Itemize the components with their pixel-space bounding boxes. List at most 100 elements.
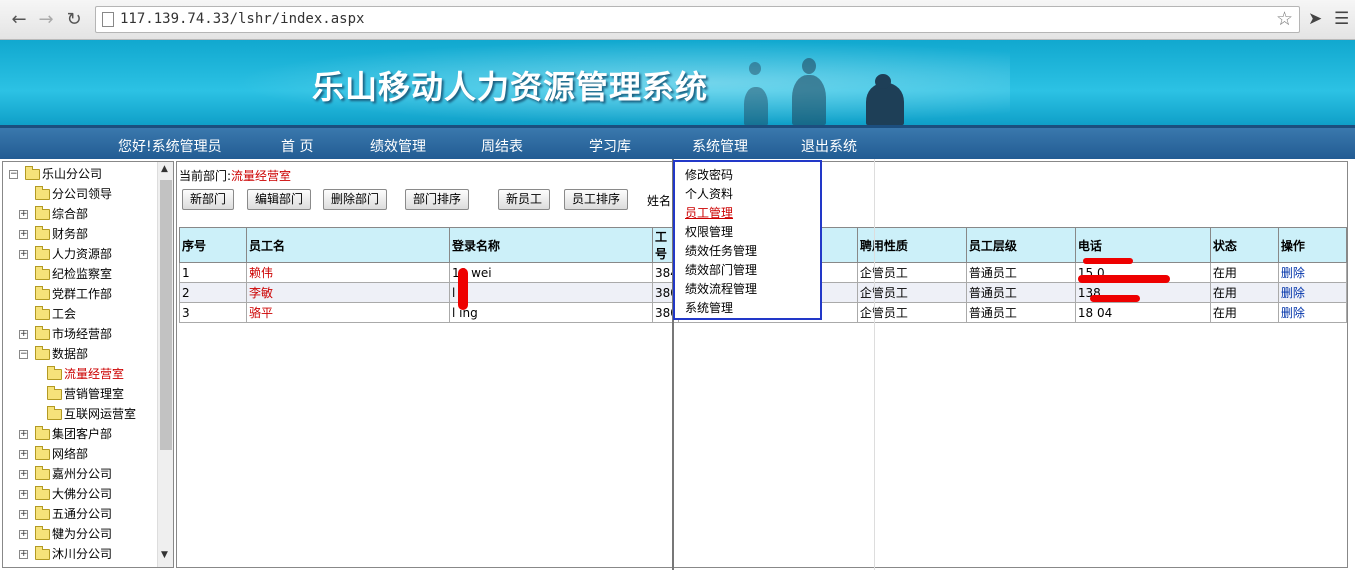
tree-item-label[interactable]: 财务部	[52, 224, 88, 244]
tree-item-label[interactable]: 营销管理室	[64, 384, 124, 404]
tree-item[interactable]: − 乐山分公司	[3, 164, 153, 184]
nav-learning[interactable]: 学习库	[589, 136, 631, 156]
tree-item[interactable]: − 数据部	[3, 344, 153, 364]
tree-item-label[interactable]: 大佛分公司	[52, 484, 112, 504]
cell-phone: 18 04	[1074, 302, 1211, 323]
tree-item-label[interactable]: 网络部	[52, 444, 88, 464]
dropdown-item[interactable]: 员工管理	[685, 204, 733, 221]
menu-icon[interactable]: ☰	[1334, 9, 1349, 29]
expand-icon[interactable]: +	[19, 210, 28, 219]
tree-item-label[interactable]: 乐山分公司	[42, 164, 102, 184]
scroll-down-icon[interactable]: ▼	[161, 550, 168, 560]
tree-item[interactable]: + 集团客户部	[3, 424, 153, 444]
tree-item[interactable]: + 人力资源部	[3, 244, 153, 264]
new-employee-button[interactable]: 新员工	[498, 189, 551, 210]
expand-icon[interactable]: +	[19, 550, 28, 559]
tree-item-label[interactable]: 数据部	[52, 344, 88, 364]
tree-item[interactable]: + 沐川分公司	[3, 544, 153, 564]
tree-item-label[interactable]: 市场经营部	[52, 324, 112, 344]
dropdown-item[interactable]: 绩效流程管理	[685, 280, 757, 297]
delete-department-button[interactable]: 删除部门	[323, 189, 388, 210]
cell-index: 3	[179, 302, 247, 323]
tree-item[interactable]: 纪检监察室	[3, 264, 153, 284]
tree-item-label[interactable]: 分公司领导	[52, 184, 112, 204]
sort-departments-button[interactable]: 部门排序	[405, 189, 470, 210]
tree-item-label[interactable]: 综合部	[52, 204, 88, 224]
cell-login-name: l n	[449, 282, 653, 303]
redaction-mark	[1078, 275, 1170, 283]
address-bar[interactable]: 117.139.74.33/lshr/index.aspx ☆	[95, 6, 1300, 33]
tree-item[interactable]: 流量经营室	[3, 364, 153, 384]
scroll-up-icon[interactable]: ▲	[161, 164, 168, 174]
tree-item[interactable]: + 网络部	[3, 444, 153, 464]
tree-item-label[interactable]: 沐川分公司	[52, 544, 112, 564]
dropdown-item[interactable]: 权限管理	[685, 223, 733, 240]
bookmark-star-icon[interactable]: ☆	[1276, 8, 1293, 30]
tree-item[interactable]: 分公司领导	[3, 184, 153, 204]
dropdown-item[interactable]: 个人资料	[685, 185, 733, 202]
nav-weekly-report[interactable]: 周结表	[481, 136, 523, 156]
expand-icon[interactable]: +	[19, 490, 28, 499]
tree-item-label[interactable]: 集团客户部	[52, 424, 112, 444]
folder-icon	[35, 346, 50, 360]
expand-icon[interactable]: +	[19, 250, 28, 259]
cell-employee-name[interactable]: 李敏	[246, 282, 450, 303]
tree-item[interactable]: + 财务部	[3, 224, 153, 244]
cell-employee-name[interactable]: 赖伟	[246, 262, 450, 283]
tree-item[interactable]: 党群工作部	[3, 284, 153, 304]
tree-item-label[interactable]: 工会	[52, 304, 76, 324]
sort-employees-button[interactable]: 员工排序	[564, 189, 629, 210]
expand-icon[interactable]: +	[19, 530, 28, 539]
forward-icon[interactable]: →	[35, 9, 57, 31]
tree-item-label[interactable]: 党群工作部	[52, 284, 112, 304]
nav-performance[interactable]: 绩效管理	[370, 136, 426, 156]
tree-item[interactable]: + 五通分公司	[3, 504, 153, 524]
nav-logout[interactable]: 退出系统	[801, 136, 857, 156]
dropdown-item[interactable]: 系统管理	[685, 299, 733, 316]
tree-item[interactable]: 工会	[3, 304, 153, 324]
tree-item-label[interactable]: 互联网运营室	[64, 404, 136, 424]
browser-toolbar: ← → ↻ 117.139.74.33/lshr/index.aspx ☆ ➤ …	[0, 0, 1355, 40]
tree-item[interactable]: + 犍为分公司	[3, 524, 153, 544]
tree-item-label[interactable]: 纪检监察室	[52, 264, 112, 284]
tree-item-label[interactable]: 流量经营室	[64, 364, 124, 384]
nav-system[interactable]: 系统管理	[692, 136, 748, 156]
tree-item-label[interactable]: 嘉州分公司	[52, 464, 112, 484]
tree-item[interactable]: 营销管理室	[3, 384, 153, 404]
expand-icon[interactable]: +	[19, 330, 28, 339]
tree-scrollbar[interactable]: ▲ ▼	[157, 162, 173, 567]
folder-icon	[35, 266, 50, 280]
redaction-mark	[1083, 258, 1133, 264]
tree-item-label[interactable]: 人力资源部	[52, 244, 112, 264]
tree-item[interactable]: + 大佛分公司	[3, 484, 153, 504]
edit-department-button[interactable]: 编辑部门	[247, 189, 312, 210]
expand-icon[interactable]: +	[19, 470, 28, 479]
extension-icon[interactable]: ➤	[1308, 9, 1322, 29]
back-icon[interactable]: ←	[8, 9, 30, 31]
tree-item-label[interactable]: 犍为分公司	[52, 524, 112, 544]
tree-item[interactable]: + 市场经营部	[3, 324, 153, 344]
tree-item[interactable]: + 综合部	[3, 204, 153, 224]
col-status: 状态	[1209, 227, 1279, 263]
collapse-icon[interactable]: −	[9, 170, 18, 179]
cell-action[interactable]: 删除	[1277, 262, 1347, 283]
expand-icon[interactable]: +	[19, 230, 28, 239]
tree-item[interactable]: 互联网运营室	[3, 404, 153, 424]
tree-item-label[interactable]: 五通分公司	[52, 504, 112, 524]
cell-action[interactable]: 删除	[1277, 302, 1347, 323]
scroll-thumb[interactable]	[160, 180, 172, 450]
dropdown-item[interactable]: 绩效任务管理	[685, 242, 757, 259]
dropdown-item[interactable]: 绩效部门管理	[685, 261, 757, 278]
expand-icon[interactable]: +	[19, 510, 28, 519]
main-nav: 您好!系统管理员 首 页 绩效管理 周结表 学习库 系统管理 退出系统	[0, 125, 1355, 159]
new-department-button[interactable]: 新部门	[182, 189, 235, 210]
collapse-icon[interactable]: −	[19, 350, 28, 359]
dropdown-item[interactable]: 修改密码	[685, 166, 733, 183]
cell-action[interactable]: 删除	[1277, 282, 1347, 303]
expand-icon[interactable]: +	[19, 430, 28, 439]
tree-item[interactable]: + 嘉州分公司	[3, 464, 153, 484]
cell-employee-name[interactable]: 骆平	[246, 302, 450, 323]
reload-icon[interactable]: ↻	[63, 9, 85, 31]
expand-icon[interactable]: +	[19, 450, 28, 459]
nav-home[interactable]: 首 页	[281, 136, 313, 156]
